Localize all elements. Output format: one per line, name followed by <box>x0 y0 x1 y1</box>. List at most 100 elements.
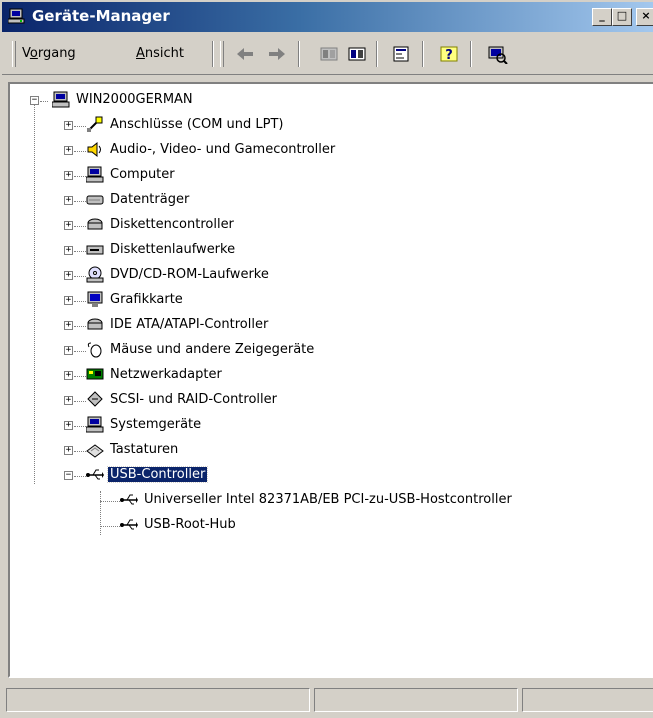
tree-line <box>74 376 86 377</box>
minimize-button[interactable]: _ <box>592 8 612 26</box>
properties-icon[interactable] <box>390 44 412 64</box>
tree-item-label: Diskettenlaufwerke <box>110 242 236 257</box>
computer-icon <box>52 91 70 108</box>
tree-line <box>74 301 86 302</box>
toolbar-separator <box>212 41 214 67</box>
tree-line <box>74 451 86 452</box>
expand-toggle[interactable]: + <box>64 271 73 280</box>
computer-icon <box>86 166 104 183</box>
tree-item-label: Grafikkarte <box>110 292 183 307</box>
close-button[interactable]: × <box>636 8 653 26</box>
device-tree-panel[interactable]: − WIN2000GERMAN + Anschlüsse (COM und LP… <box>8 82 653 678</box>
maximize-button[interactable]: □ <box>612 8 632 26</box>
svg-text:?: ? <box>445 48 453 63</box>
menu-ansicht-accel: A <box>136 46 145 61</box>
expand-toggle[interactable]: + <box>64 196 73 205</box>
menu-vorgang-post: rgang <box>37 46 76 61</box>
usb-icon <box>120 519 138 530</box>
expand-toggle[interactable]: + <box>64 221 73 230</box>
speaker-icon <box>87 141 101 158</box>
usb-icon <box>86 469 104 480</box>
toolbar: Vorgang Ansicht ? <box>2 34 653 75</box>
expand-toggle[interactable]: + <box>64 121 73 130</box>
ide-controller-icon <box>87 318 103 330</box>
window-title: Geräte-Manager <box>32 7 170 25</box>
tree-line <box>74 426 86 427</box>
toolbar-separator-4 <box>422 41 424 67</box>
tree-line <box>74 251 86 252</box>
tree-item-label: Anschlüsse (COM und LPT) <box>110 117 284 132</box>
expand-toggle[interactable]: + <box>64 171 73 180</box>
help-icon[interactable]: ? <box>438 44 460 64</box>
expand-toggle[interactable]: + <box>64 146 73 155</box>
forward-arrow-icon[interactable] <box>266 44 288 64</box>
expand-toggle[interactable]: + <box>64 296 73 305</box>
expand-toggle[interactable]: + <box>64 371 73 380</box>
tree-item-label: Computer <box>110 167 175 182</box>
tree-item-label: Systemgeräte <box>110 417 202 432</box>
tree-line <box>34 104 35 484</box>
cdrom-icon <box>86 266 104 283</box>
status-panel-middle <box>314 688 518 712</box>
menu-vorgang[interactable]: Vorgang <box>22 46 76 61</box>
device-manager-window: Geräte-Manager _ □ × Vorgang Ansicht ? − <box>0 0 653 718</box>
tree-line <box>74 126 86 127</box>
tree-line <box>74 226 86 227</box>
expand-toggle[interactable]: + <box>64 246 73 255</box>
tree-line <box>100 491 101 535</box>
tree-line <box>100 501 120 502</box>
status-panel-right <box>522 688 653 712</box>
keyboard-icon <box>86 444 104 458</box>
back-arrow-icon[interactable] <box>234 44 256 64</box>
display-adapter-icon <box>87 291 103 307</box>
toolbar-separator-3 <box>376 41 378 67</box>
title-bar[interactable]: Geräte-Manager _ □ × <box>2 2 653 32</box>
tree-line <box>74 326 86 327</box>
toolbar-separator-5 <box>470 41 472 67</box>
toolbar-separator-2 <box>298 41 300 67</box>
menu-vorgang-accel: o <box>29 46 38 61</box>
tree-item-label: Mäuse und andere Zeigegeräte <box>110 342 315 357</box>
tree-line <box>74 401 86 402</box>
mouse-icon <box>87 342 102 358</box>
tree-item-label: SCSI- und RAID-Controller <box>110 392 277 407</box>
tree-item-label: Tastaturen <box>110 442 179 457</box>
menu-ansicht[interactable]: Ansicht <box>136 46 184 61</box>
tree-item-label: Diskettencontroller <box>110 217 234 232</box>
scan-hardware-icon[interactable] <box>486 44 508 64</box>
root-label: WIN2000GERMAN <box>76 92 193 107</box>
menu-ansicht-post: nsicht <box>144 46 185 61</box>
expand-toggle[interactable]: + <box>64 321 73 330</box>
tree-item-label: Universeller Intel 82371AB/EB PCI-zu-USB… <box>144 492 512 507</box>
system-device-icon <box>86 416 104 433</box>
menu-vorgang-pre: V <box>22 46 30 61</box>
tree-line <box>74 351 86 352</box>
port-icon <box>87 116 103 132</box>
view-toggle-icon[interactable] <box>346 44 368 64</box>
disk-drive-icon <box>86 195 104 205</box>
tree-line <box>74 176 86 177</box>
device-manager-icon <box>8 8 25 24</box>
toolbar-grip[interactable] <box>12 41 16 67</box>
tree-line <box>40 101 48 102</box>
collapse-toggle[interactable]: − <box>64 471 73 480</box>
tree-item-label: IDE ATA/ATAPI-Controller <box>110 317 269 332</box>
collapse-toggle[interactable]: − <box>30 96 39 105</box>
tree-item-label: Netzwerkadapter <box>110 367 222 382</box>
tree-item-label: DVD/CD-ROM-Laufwerke <box>110 267 269 282</box>
tree-item-label: Audio-, Video- und Gamecontroller <box>110 142 336 157</box>
usb-icon <box>120 494 138 505</box>
status-panel-main <box>6 688 310 712</box>
tree-line <box>74 276 86 277</box>
tree-line <box>74 151 86 152</box>
tree-item-label: Datenträger <box>110 192 190 207</box>
expand-toggle[interactable]: + <box>64 396 73 405</box>
expand-toggle[interactable]: + <box>64 446 73 455</box>
status-bar <box>2 686 653 716</box>
tree-line <box>74 201 86 202</box>
expand-toggle[interactable]: + <box>64 346 73 355</box>
computer-list-icon[interactable] <box>318 44 340 64</box>
expand-toggle[interactable]: + <box>64 421 73 430</box>
tree-item-label: USB-Root-Hub <box>144 517 236 532</box>
toolbar-grip-2[interactable] <box>220 41 224 67</box>
